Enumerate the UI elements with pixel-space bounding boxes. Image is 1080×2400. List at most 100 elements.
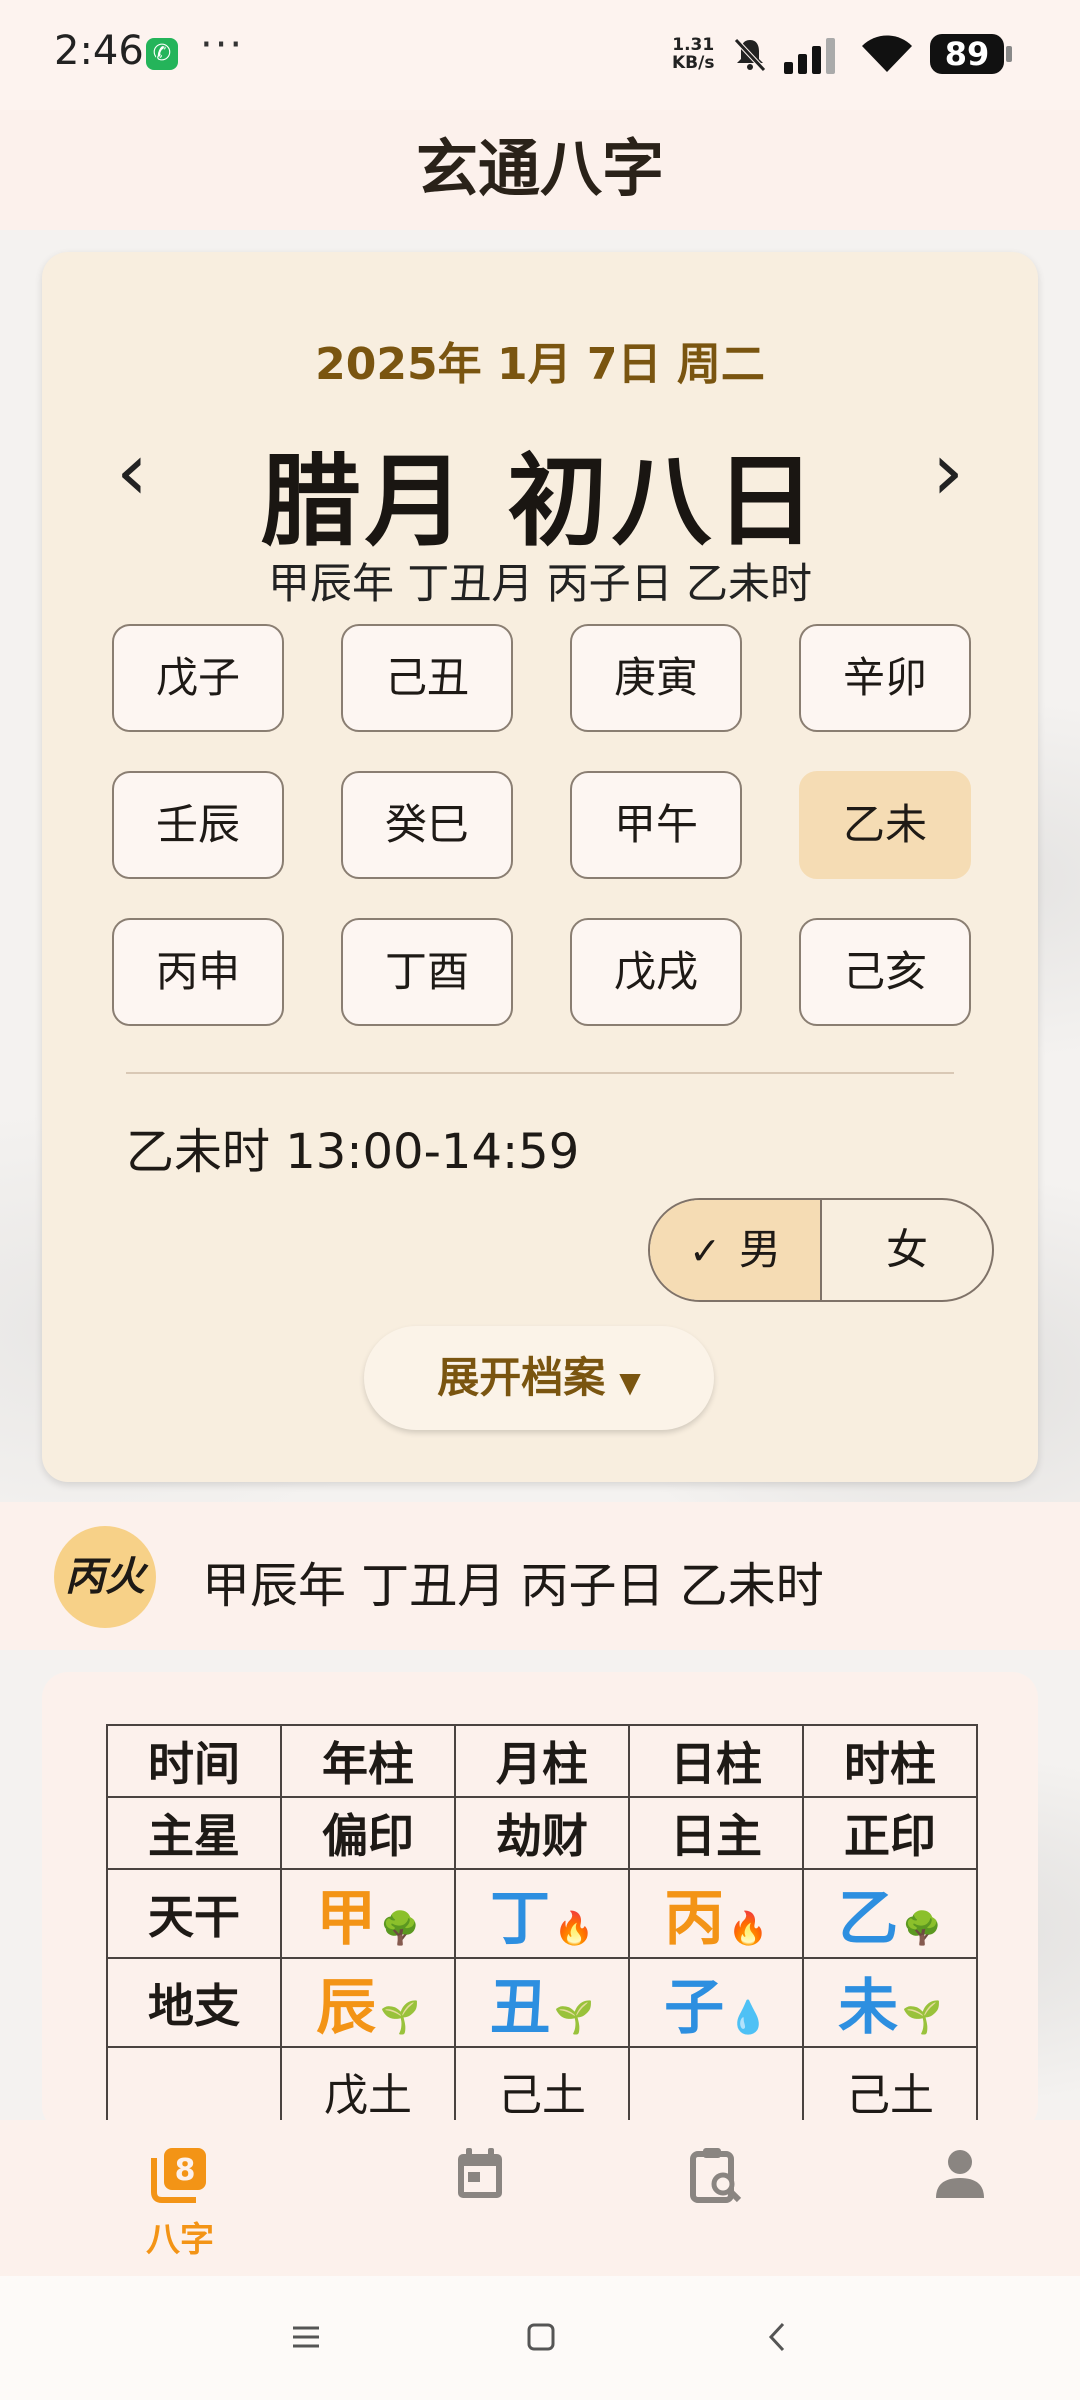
hour-button[interactable]: 己丑: [341, 624, 513, 732]
hour-button[interactable]: 辛卯: [799, 624, 971, 732]
net-speed-value: 1.31: [672, 35, 715, 55]
fire-icon: 🔥: [554, 1909, 594, 1947]
row-label: 地支: [106, 1957, 282, 2048]
table-row-main-star: 主星 偏印 劫财 日主 正印: [106, 1796, 978, 1870]
nav-item-calendar[interactable]: [345, 2120, 615, 2276]
hour-button[interactable]: 丙申: [112, 918, 284, 1026]
stem-cell: 乙 🌳: [802, 1868, 978, 1959]
gender-toggle: ✓ 男 女: [648, 1198, 994, 1302]
hour-button[interactable]: 庚寅: [570, 624, 742, 732]
stem-char: 甲: [316, 1884, 377, 1954]
nav-label-bazi: 八字: [146, 2220, 214, 2260]
gender-male-button[interactable]: ✓ 男: [650, 1200, 822, 1300]
row-label: 主星: [106, 1796, 282, 1870]
hour-button[interactable]: 戊戌: [570, 918, 742, 1026]
wood-icon: 🌳: [380, 1909, 420, 1947]
time-range: 乙未时 13:00-14:59: [126, 1124, 580, 1180]
ganzhi-line: 甲辰年 丁丑月 丙子日 乙未时: [267, 559, 813, 608]
summary-ganzhi: 甲辰年 丁丑月 丙子日 乙未时: [202, 1558, 824, 1614]
calendar-icon: [458, 2148, 502, 2198]
table-cell: 正印: [802, 1796, 978, 1870]
stem-cell: 甲 🌳: [280, 1868, 456, 1959]
table-header-cell: 时柱: [802, 1724, 978, 1798]
clipboard-search-icon: [690, 2148, 742, 2203]
bottom-nav: 8 八字: [0, 2120, 1080, 2276]
table-cell: 日主: [628, 1796, 804, 1870]
water-drop-icon: 💧: [728, 1998, 768, 2036]
row-label: 天干: [106, 1868, 282, 1959]
table-header-cell: 日柱: [628, 1724, 804, 1798]
app-title: 玄通八字: [415, 132, 664, 205]
branch-cell: 子 💧: [628, 1957, 804, 2048]
divider: [126, 1072, 954, 1074]
day-master-badge: 丙火: [54, 1526, 156, 1628]
hour-button-selected[interactable]: 乙未: [799, 771, 971, 879]
table-cell: 偏印: [280, 1796, 456, 1870]
svg-text:8: 8: [175, 2153, 196, 2188]
solar-date[interactable]: 2025年 1月 7日 周二: [42, 328, 1038, 392]
gender-female-button[interactable]: 女: [822, 1200, 992, 1300]
table-cell: 劫财: [454, 1796, 630, 1870]
stem-char: 丙: [664, 1884, 725, 1954]
stem-cell: 丙 🔥: [628, 1868, 804, 1959]
lunar-date: 腊月 初八日: [260, 443, 820, 560]
date-picker-card: 2025年 1月 7日 周二 ‹ 腊月 初八日 › 甲辰年 丁丑月 丙子日 乙未…: [42, 252, 1038, 1482]
bazi-table: 时间 年柱 月柱 日柱 时柱 主星 偏印 劫财 日主 正印 天干 甲 🌳 丁 🔥 丙…: [106, 1724, 978, 2132]
bazi-summary: 丙火 甲辰年 丁丑月 丙子日 乙未时: [0, 1502, 1080, 1650]
sprout-icon: 🌱: [380, 1998, 420, 2036]
mute-bell-icon: [734, 38, 766, 72]
nav-item-bazi[interactable]: 8 八字: [45, 2120, 315, 2276]
phone-call-icon: ✆: [146, 38, 178, 70]
branch-char: 子: [664, 1973, 725, 2043]
hour-button[interactable]: 己亥: [799, 918, 971, 1026]
table-header-cell: 年柱: [280, 1724, 456, 1798]
table-row-dizhi: 地支 辰 🌱 丑 🌱 子 💧 未 🌱: [106, 1957, 978, 2048]
battery-icon: 89: [930, 34, 1012, 74]
branch-cell: 辰 🌱: [280, 1957, 456, 2048]
status-bar: 2:46 ✆ ··· 1.31 KB/s 89: [0, 0, 1080, 110]
status-time: 2:46: [54, 28, 144, 74]
bazi-icon: 8: [151, 2148, 206, 2203]
hour-button[interactable]: 甲午: [570, 771, 742, 879]
sprout-icon: 🌱: [554, 1998, 594, 2036]
branch-char: 未: [838, 1973, 899, 2043]
gender-male-label: 男: [738, 1225, 781, 1274]
nav-item-inspect[interactable]: [580, 2120, 850, 2276]
nav-item-profile[interactable]: [825, 2120, 1080, 2276]
hour-button[interactable]: 丁酉: [341, 918, 513, 1026]
check-icon: ✓: [689, 1229, 721, 1273]
branch-char: 丑: [490, 1973, 551, 2043]
stem-char: 丁: [490, 1884, 551, 1954]
sprout-icon: 🌱: [902, 1998, 942, 2036]
branch-cell: 未 🌱: [802, 1957, 978, 2048]
expand-label: 展开档案: [437, 1353, 606, 1402]
wood-icon: 🌳: [902, 1909, 942, 1947]
signal-icon: [784, 38, 835, 74]
caret-down-icon: ▼: [619, 1366, 641, 1399]
home-icon[interactable]: [516, 2312, 566, 2362]
stem-cell: 丁 🔥: [454, 1868, 630, 1959]
more-notifications-icon: ···: [200, 22, 245, 68]
table-header-cell: 月柱: [454, 1724, 630, 1798]
table-row-tiangan: 天干 甲 🌳 丁 🔥 丙 🔥 乙 🌳: [106, 1868, 978, 1959]
branch-char: 辰: [316, 1973, 377, 2043]
bazi-table-card: 时间 年柱 月柱 日柱 时柱 主星 偏印 劫财 日主 正印 天干 甲 🌳 丁 🔥 丙…: [42, 1672, 1038, 2132]
table-row-header: 时间 年柱 月柱 日柱 时柱: [106, 1724, 978, 1798]
system-nav-bar: [0, 2276, 1080, 2400]
hour-button[interactable]: 癸巳: [341, 771, 513, 879]
wifi-icon: [862, 35, 912, 72]
hour-button[interactable]: 戊子: [112, 624, 284, 732]
person-icon: [936, 2150, 984, 2198]
stem-char: 乙: [838, 1884, 899, 1954]
back-icon[interactable]: [753, 2312, 803, 2362]
hour-button[interactable]: 壬辰: [112, 771, 284, 879]
chevron-right-icon[interactable]: ›: [918, 432, 978, 512]
fire-icon: 🔥: [728, 1909, 768, 1947]
app-bar: 玄通八字: [0, 110, 1080, 230]
table-header-cell: 时间: [106, 1724, 282, 1798]
expand-profile-button[interactable]: 展开档案 ▼: [364, 1326, 714, 1430]
branch-cell: 丑 🌱: [454, 1957, 630, 2048]
gender-female-label: 女: [885, 1225, 928, 1274]
network-speed: 1.31 KB/s: [672, 36, 714, 72]
menu-icon[interactable]: [281, 2312, 331, 2362]
